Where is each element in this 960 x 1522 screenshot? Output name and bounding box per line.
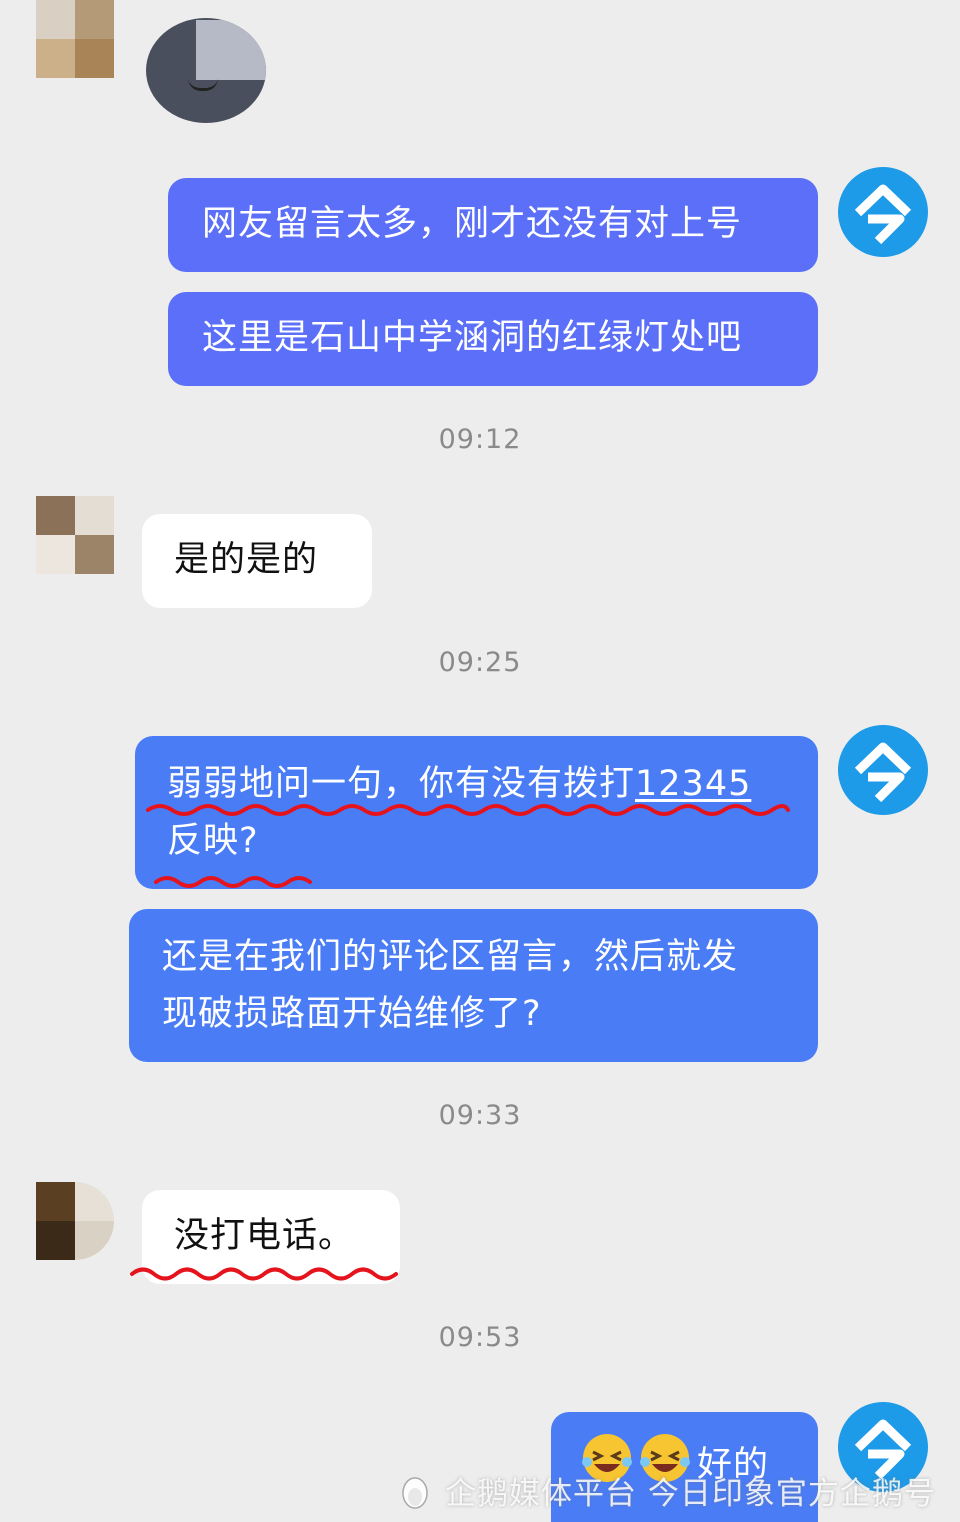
timestamp: 09:53 xyxy=(438,1322,522,1353)
message-text-line: 弱弱地问一句，你有没有拨打12345 xyxy=(167,756,786,813)
message-bubble-incoming[interactable]: 没打电话。 xyxy=(142,1190,400,1284)
message-bubble-outgoing[interactable]: 还是在我们的评论区留言，然后就发 现破损路面开始维修了? xyxy=(129,909,818,1062)
timestamp: 09:12 xyxy=(438,424,522,455)
message-text: 是的是的 xyxy=(174,540,319,580)
penguin-logo-icon xyxy=(402,1476,428,1509)
timestamp: 09:33 xyxy=(438,1100,522,1131)
logo-icon xyxy=(854,184,912,245)
message-text: 这里是石山中学涵洞的红绿灯处吧 xyxy=(202,318,743,358)
message-text: 网友留言太多，刚才还没有对上号 xyxy=(202,204,743,244)
contact-avatar[interactable] xyxy=(36,496,114,574)
message-text: 弱弱地问一句，你有没有拨打 xyxy=(167,764,636,804)
message-text: 还是在我们的评论区留言，然后就发 xyxy=(162,937,739,977)
phone-number-link[interactable]: 12345 xyxy=(635,764,751,804)
group-avatar[interactable] xyxy=(146,18,266,123)
message-bubble-outgoing[interactable]: 这里是石山中学涵洞的红绿灯处吧 xyxy=(168,292,818,386)
message-bubble-outgoing[interactable]: 网友留言太多，刚才还没有对上号 xyxy=(168,178,818,272)
contact-avatar[interactable] xyxy=(36,1182,114,1260)
message-text: 反映? xyxy=(167,821,259,861)
logo-icon xyxy=(854,742,912,803)
brand-logo-avatar[interactable] xyxy=(838,725,928,815)
contact-avatar[interactable] xyxy=(36,0,114,78)
watermark-text: 企鹅媒体平台 今日印象官方企鹅号 xyxy=(445,1476,936,1512)
message-bubble-incoming[interactable]: 是的是的 xyxy=(142,514,372,608)
message-text: 现破损路面开始维修了? xyxy=(162,994,542,1034)
timestamp: 09:25 xyxy=(438,647,522,678)
message-text: 没打电话。 xyxy=(174,1216,355,1256)
brand-logo-avatar[interactable] xyxy=(838,167,928,257)
message-bubble-outgoing[interactable]: 弱弱地问一句，你有没有拨打12345 反映? xyxy=(135,736,818,889)
watermark: 企鹅媒体平台 今日印象官方企鹅号 xyxy=(395,1468,936,1513)
